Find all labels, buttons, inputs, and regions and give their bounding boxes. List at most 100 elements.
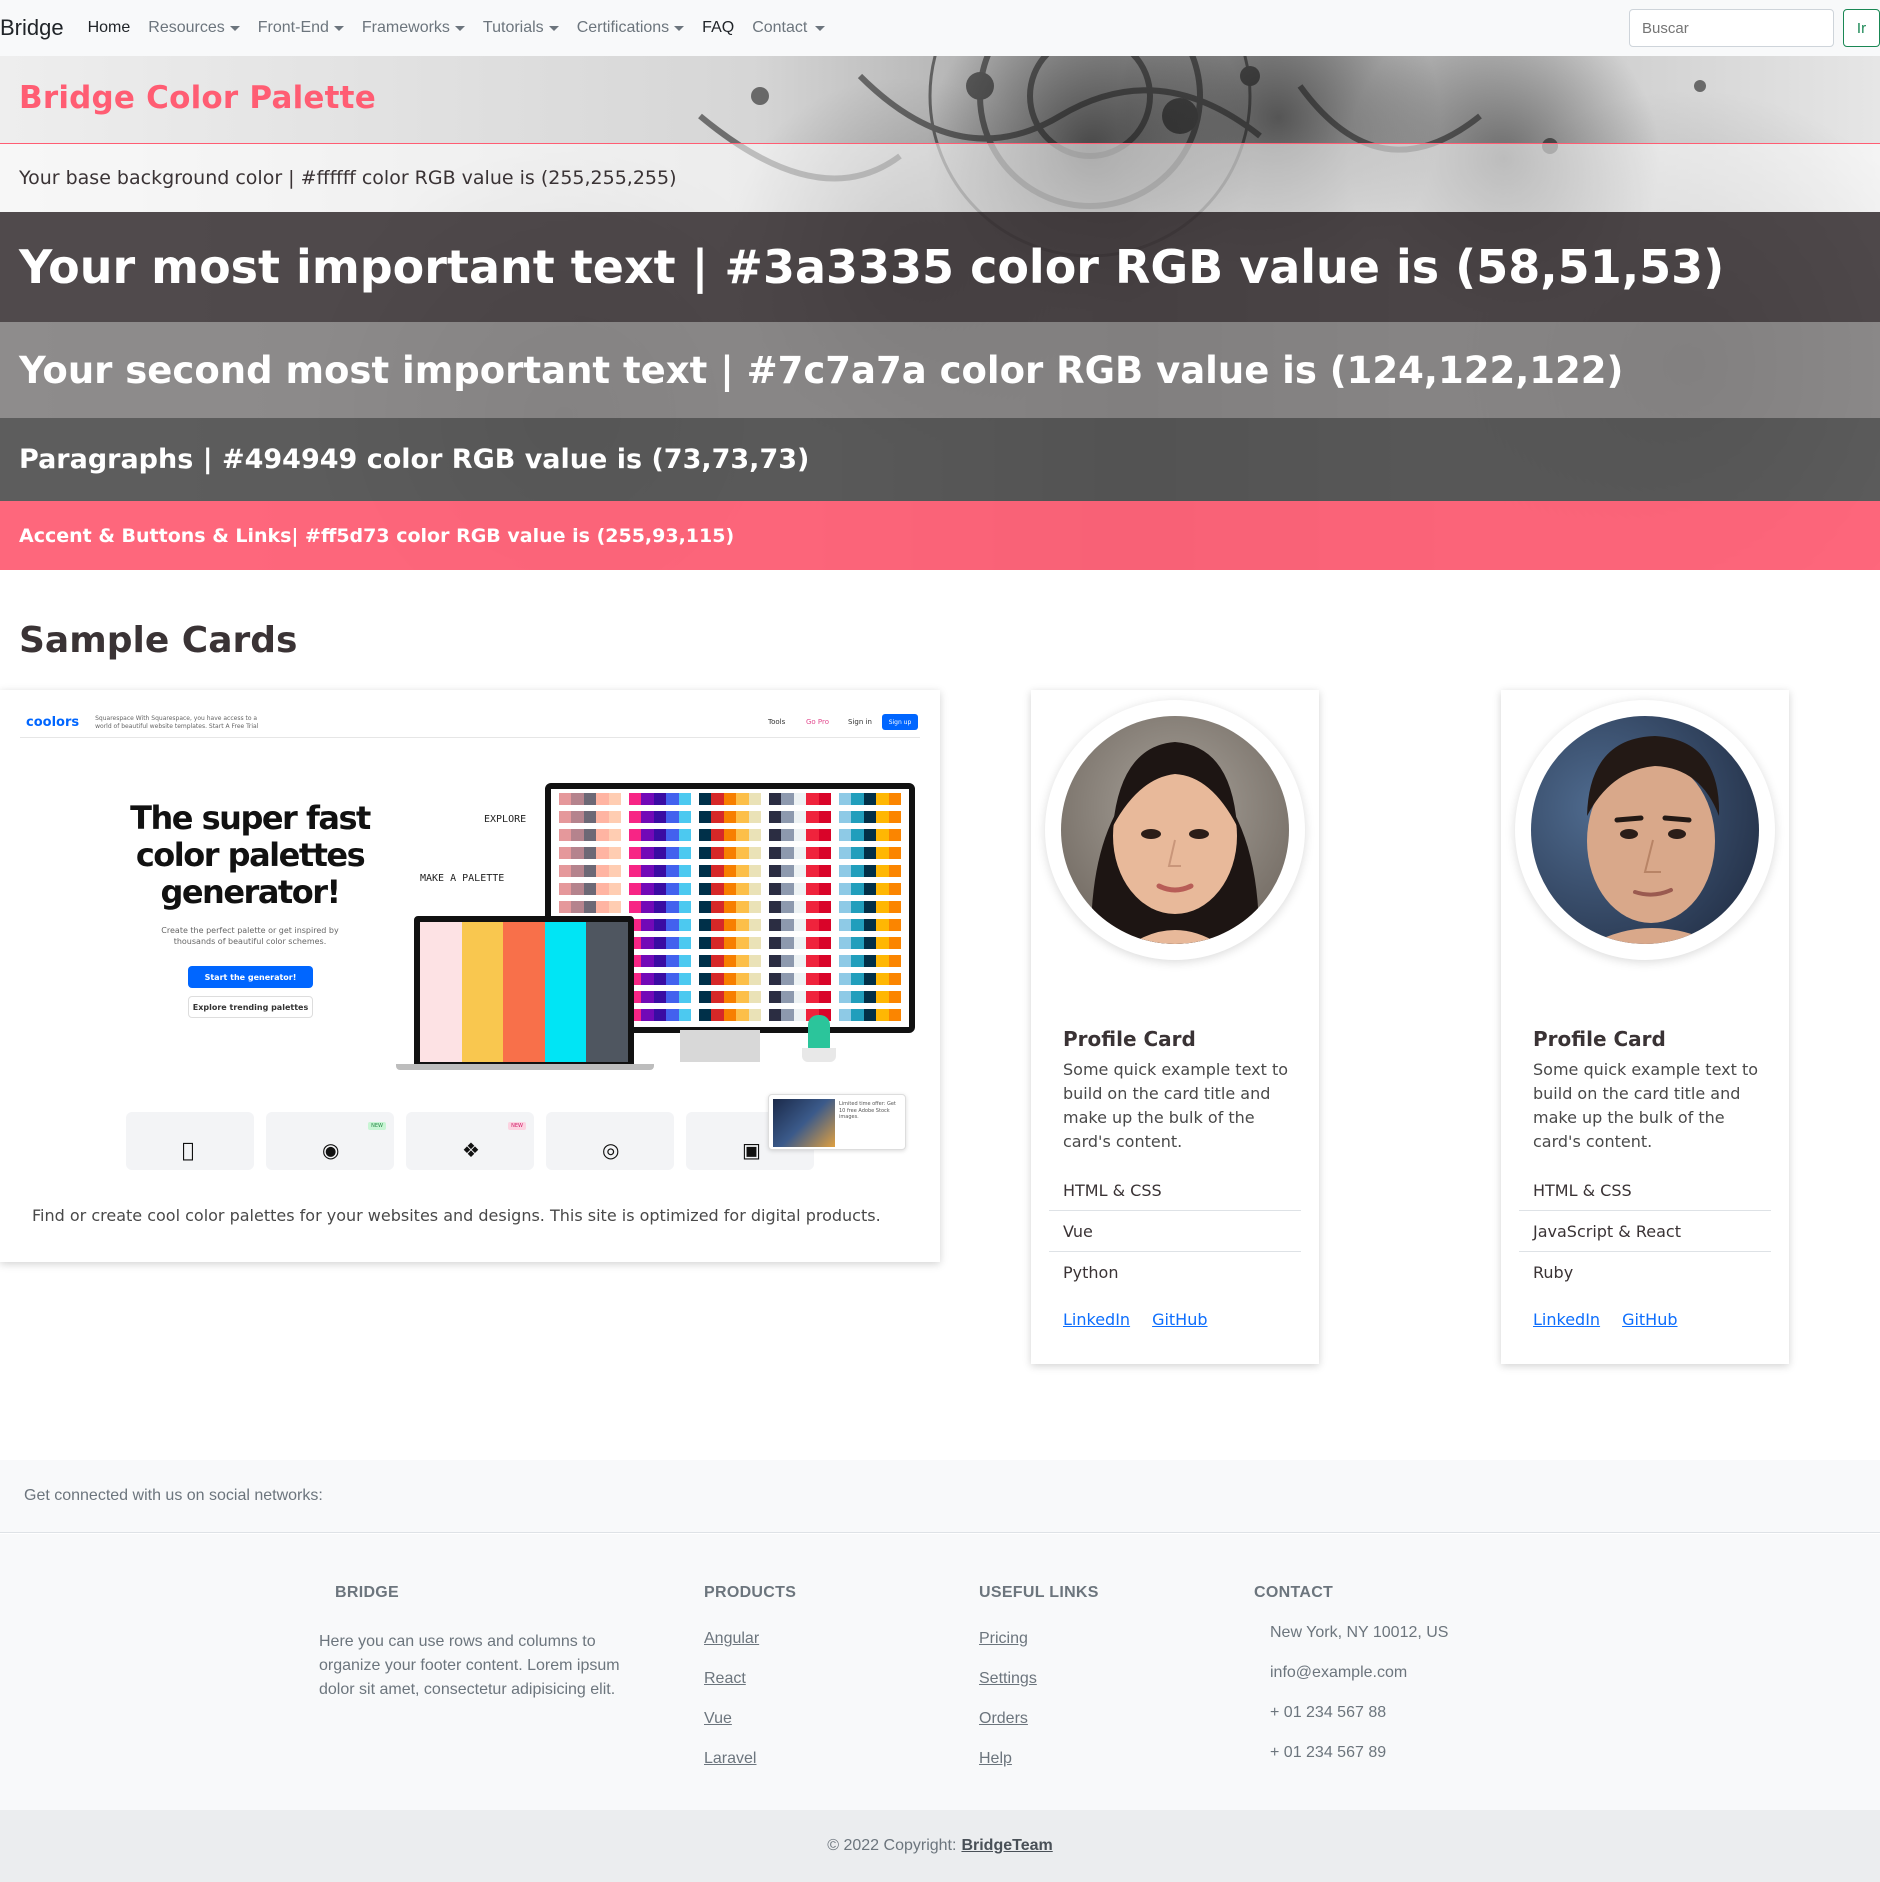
footer-link-settings[interactable]: Settings — [979, 1670, 1099, 1688]
list-item: Ruby — [1533, 1263, 1574, 1282]
palette-swatch-row — [839, 847, 902, 859]
contact-email-text: info@example.com — [1270, 1664, 1408, 1681]
nav-contact-label: Contact — [752, 19, 808, 36]
footer-column-products: PRODUCTS Angular React Vue Laravel — [704, 1584, 796, 1768]
figma-tile: NEW ❖ — [406, 1112, 534, 1170]
chevron-down-icon — [674, 25, 685, 31]
coolors-promo-text: Squarespace With Squarespace, you have a… — [95, 715, 259, 730]
nav-tutorials[interactable]: Tutorials — [483, 19, 559, 37]
contact-fax-text: + 01 234 567 89 — [1270, 1744, 1387, 1761]
palette-title: Bridge Color Palette — [19, 80, 376, 116]
palette-swatch-row — [769, 991, 832, 1003]
palette-swatch-row — [629, 829, 692, 841]
palette-swatch-row — [559, 811, 622, 823]
chrome-icon: ◎ — [602, 1138, 620, 1162]
profile-card-title: Profile Card — [1533, 1027, 1666, 1051]
palette-swatch-row — [839, 829, 902, 841]
ad-text: Limited time offer: Get 10 free Adobe St… — [839, 1101, 896, 1120]
palette-swatch-row — [769, 829, 832, 841]
coolors-header: coolors Squarespace With Squarespace, yo… — [20, 708, 920, 738]
linkedin-link[interactable]: LinkedIn — [1533, 1310, 1600, 1329]
woman-portrait-image — [1061, 716, 1289, 944]
nav-front-end[interactable]: Front-End — [258, 19, 344, 37]
palette-swatch-row — [629, 883, 692, 895]
palette-swatch-row — [699, 955, 762, 967]
palette-swatch-row — [629, 973, 692, 985]
avatar — [1515, 700, 1775, 960]
footer-link-angular[interactable]: Angular — [704, 1630, 796, 1648]
nav-faq[interactable]: FAQ — [702, 19, 734, 37]
profile-card-text: Some quick example text to build on the … — [1533, 1060, 1759, 1151]
palette-second-swatch: Your second most important text | #7c7a7… — [0, 322, 1880, 418]
copyright-link[interactable]: BridgeTeam — [961, 1837, 1052, 1855]
contact-phone-text: + 01 234 567 88 — [1270, 1704, 1387, 1721]
palette-swatch-row — [699, 991, 762, 1003]
nav-resources[interactable]: Resources — [148, 19, 240, 37]
contact-fax: + 01 234 567 89 — [1254, 1744, 1448, 1762]
chevron-down-icon — [229, 25, 240, 31]
github-link[interactable]: GitHub — [1152, 1310, 1207, 1329]
nav-tutorials-label: Tutorials — [482, 19, 544, 36]
linkedin-link[interactable]: LinkedIn — [1063, 1310, 1130, 1329]
palette-swatch-row — [839, 793, 902, 805]
profile-card-title: Profile Card — [1063, 1027, 1196, 1051]
coolors-screenshot: coolors Squarespace With Squarespace, yo… — [0, 690, 940, 1170]
github-link[interactable]: GitHub — [1622, 1310, 1677, 1329]
footer-link-laravel[interactable]: Laravel — [704, 1750, 796, 1768]
footer-link-pricing[interactable]: Pricing — [979, 1630, 1099, 1648]
palette-swatch-row — [769, 937, 832, 949]
palette-swatch-row — [769, 955, 832, 967]
apple-icon:  — [182, 1138, 194, 1162]
profile-card: Profile Card Some quick example text to … — [1031, 690, 1319, 1364]
palette-swatch-row — [629, 901, 692, 913]
list-item: HTML & CSS — [1049, 1170, 1301, 1211]
palette-swatch-row — [839, 955, 902, 967]
palette-swatch-row — [769, 901, 832, 913]
footer-link-react[interactable]: React — [704, 1670, 796, 1688]
search-input[interactable] — [1629, 9, 1834, 47]
palette-swatch-row — [699, 901, 762, 913]
palette-swatch-row — [769, 865, 832, 877]
search-button[interactable]: Ir — [1843, 9, 1880, 47]
coolors-ad: Limited time offer: Get 10 free Adobe St… — [768, 1094, 906, 1150]
footer-heading: BRIDGE — [335, 1584, 400, 1601]
nav-contact[interactable]: Contact — [752, 19, 826, 37]
pot-icon — [802, 1048, 836, 1062]
avatar-photo — [1531, 716, 1759, 944]
palette-swatch-row — [699, 829, 762, 841]
palette-swatch-row — [699, 1009, 762, 1021]
nav-home[interactable]: Home — [88, 19, 131, 37]
coolors-make-note: MAKE A PALETTE — [420, 873, 505, 884]
palette-swatch-row — [629, 793, 692, 805]
profile-links: LinkedIn GitHub — [1533, 1310, 1700, 1329]
palette-swatch-row — [559, 847, 622, 859]
footer-column-useful-links: USEFUL LINKS Pricing Settings Orders Hel… — [979, 1584, 1099, 1768]
chevron-down-icon — [815, 25, 826, 31]
palette-swatch-row — [769, 793, 832, 805]
contact-phone: + 01 234 567 88 — [1254, 1704, 1448, 1722]
footer-link-help[interactable]: Help — [979, 1750, 1099, 1768]
skills-list: HTML & CSS JavaScript & React Ruby — [1519, 1170, 1771, 1293]
palette-swatch-row — [839, 973, 902, 985]
apple-tile:  — [126, 1112, 254, 1170]
chevron-down-icon — [548, 25, 559, 31]
feature-card-text: Find or create cool color palettes for y… — [32, 1206, 881, 1225]
palette-swatch-row — [839, 991, 902, 1003]
brand-logo[interactable]: Bridge — [0, 15, 64, 41]
sample-cards-heading: Sample Cards — [19, 620, 298, 661]
palette-swatch-row — [559, 829, 622, 841]
profile-links: LinkedIn GitHub — [1063, 1310, 1230, 1329]
new-badge: NEW — [368, 1122, 386, 1130]
coolors-signup-label: Sign up — [882, 714, 918, 730]
nav-frameworks[interactable]: Frameworks — [362, 19, 465, 37]
palette-paragraph-swatch: Paragraphs | #494949 color RGB value is … — [0, 418, 1880, 501]
nav-certifications[interactable]: Certifications — [577, 19, 685, 37]
avatar-photo — [1061, 716, 1289, 944]
monitor-stand — [680, 1030, 760, 1062]
footer-link-orders[interactable]: Orders — [979, 1710, 1099, 1728]
footer-column-bridge: BRIDGE Here you can use rows and columns… — [319, 1584, 629, 1702]
footer-link-vue[interactable]: Vue — [704, 1710, 796, 1728]
coolors-subtext: Create the perfect palette or get inspir… — [161, 926, 339, 946]
palette-swatch-row — [839, 937, 902, 949]
palette-swatch-row — [839, 1009, 902, 1021]
